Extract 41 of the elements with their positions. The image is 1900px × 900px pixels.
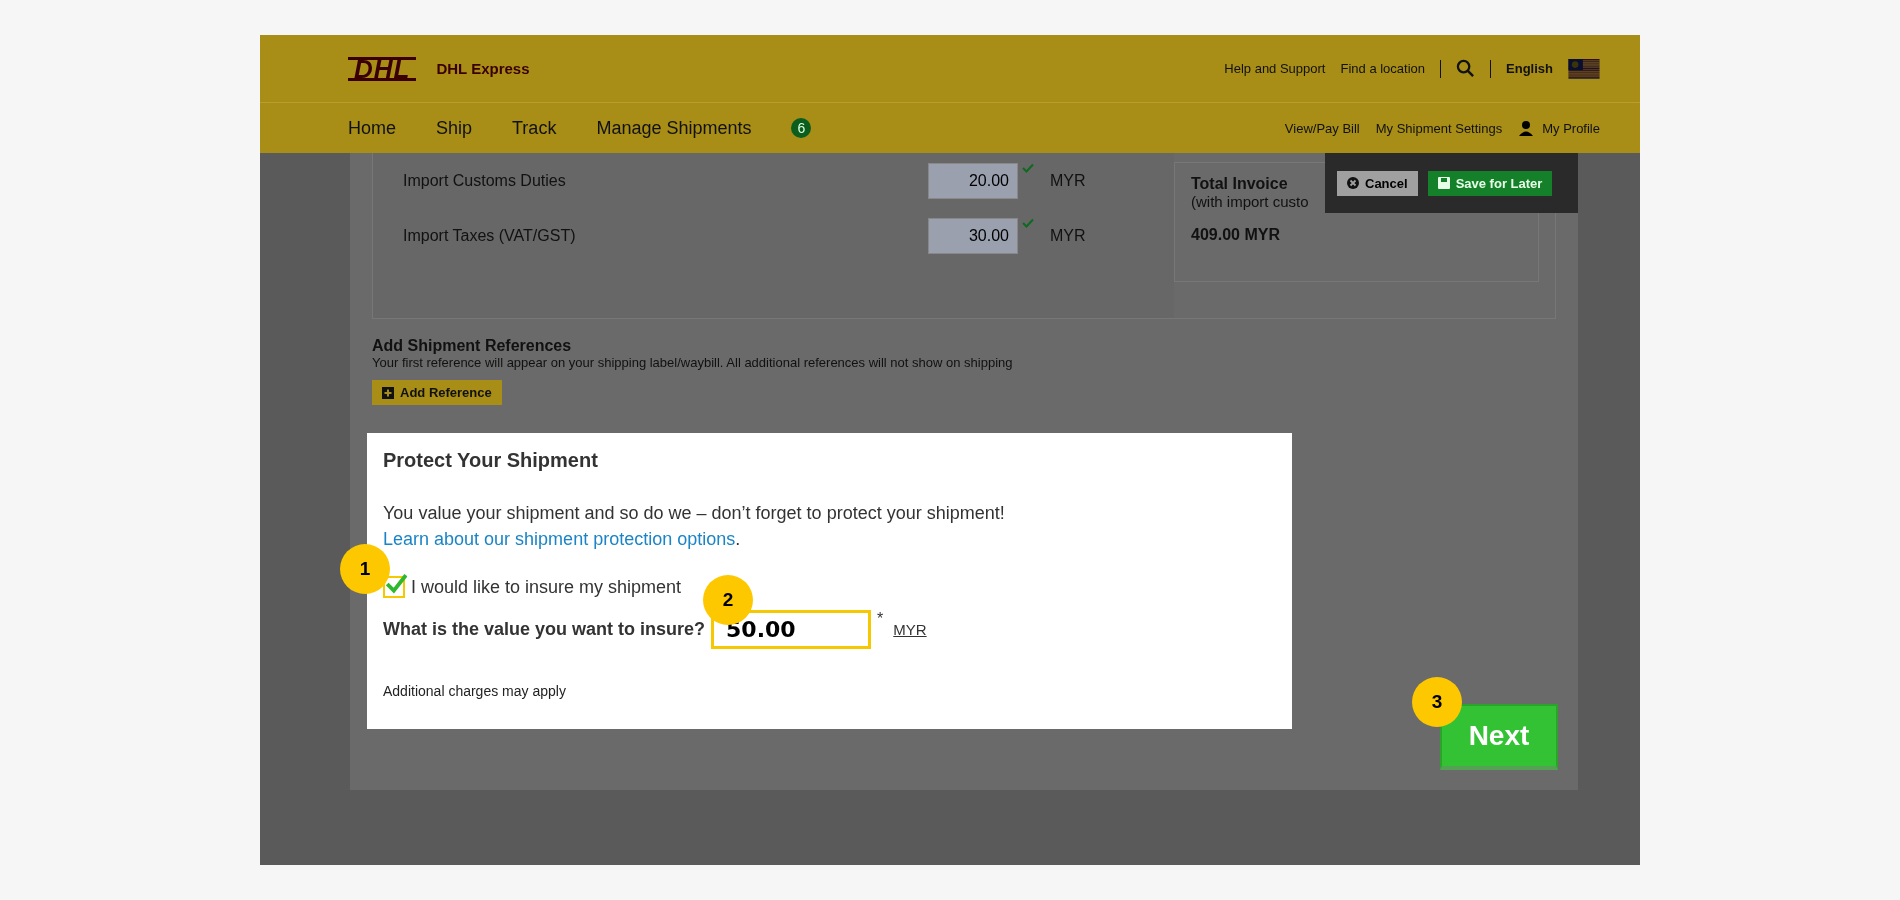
check-icon (1022, 163, 1034, 173)
field-label: What is the value you want to insure? (383, 619, 706, 640)
brand-name: DHL Express (436, 60, 530, 77)
check-icon (1022, 218, 1034, 228)
close-icon (1347, 177, 1359, 189)
count-badge: 6 (791, 118, 812, 138)
profile-link[interactable]: My Profile (1542, 120, 1600, 136)
currency-link[interactable]: MYR (893, 621, 927, 638)
nav-link[interactable]: My Shipment Settings (1375, 120, 1503, 136)
flag-icon[interactable] (1568, 58, 1600, 79)
plus-icon (382, 386, 394, 399)
required-mark: * (877, 610, 884, 628)
panel-title: Protect Your Shipment (383, 449, 598, 472)
save-for-later-button[interactable]: Save for Later (1427, 170, 1553, 196)
nav-item[interactable]: Home (348, 117, 396, 139)
user-icon[interactable] (1518, 120, 1535, 136)
charges-note: Additional charges may apply (383, 683, 566, 699)
nav-link[interactable]: View/Pay Bill (1284, 120, 1360, 136)
amount-field[interactable]: 20.00 (928, 162, 1018, 199)
cancel-button[interactable]: Cancel (1337, 170, 1418, 196)
nav-item[interactable]: Track (512, 117, 557, 139)
invoice-total: 409.00 MYR (1191, 226, 1280, 244)
invoice-subtitle: (with import custo (1191, 193, 1309, 210)
amount-field[interactable]: 30.00 (928, 217, 1018, 254)
currency-label: MYR (1050, 171, 1086, 190)
step-marker: 1 (340, 544, 390, 594)
checkbox-label: I would like to insure my shipment (411, 576, 682, 598)
charge-label: Import Taxes (VAT/GST) (403, 226, 577, 245)
header-link[interactable]: Help and Support (1224, 61, 1326, 76)
header-link[interactable]: Find a location (1340, 61, 1426, 76)
language-selector[interactable]: English (1506, 61, 1553, 76)
currency-label: MYR (1050, 226, 1086, 245)
section-title: Add Shipment References (372, 337, 572, 355)
search-icon[interactable] (1456, 59, 1476, 78)
nav-item[interactable]: Manage Shipments (596, 117, 752, 139)
logo-text[interactable]: DHL (348, 56, 417, 81)
add-reference-button[interactable]: Add Reference (372, 380, 502, 405)
invoice-title: Total Invoice (1191, 175, 1288, 193)
charge-label: Import Customs Duties (403, 171, 567, 190)
section-description: Your first reference will appear on your shipping label/waybill. All additional references will not show on shipping (372, 355, 1013, 370)
nav-item[interactable]: Ship (436, 117, 473, 139)
